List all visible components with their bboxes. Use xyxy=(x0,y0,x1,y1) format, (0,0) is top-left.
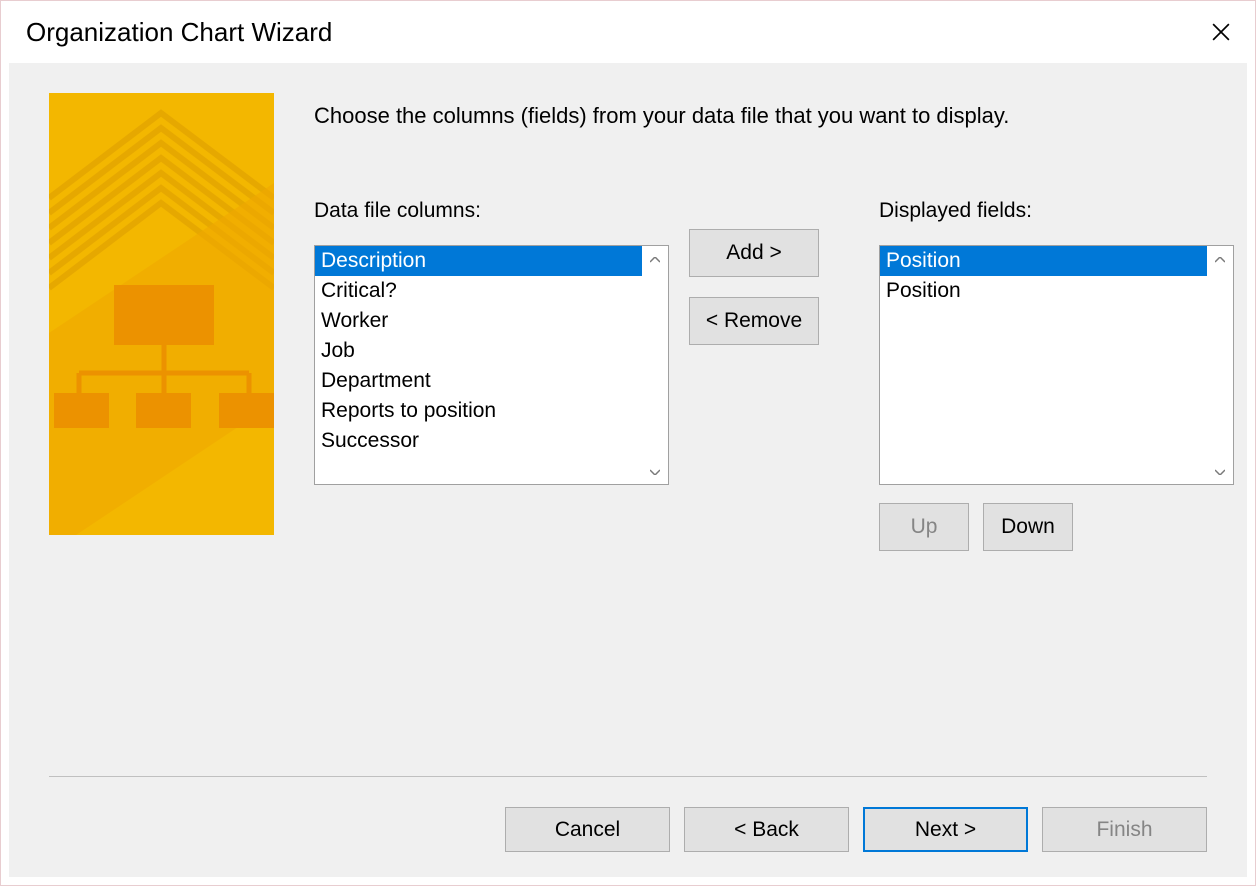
dialog-title: Organization Chart Wizard xyxy=(26,17,332,48)
displayed-listbox[interactable]: PositionPosition xyxy=(879,245,1234,485)
list-item[interactable]: Position xyxy=(880,276,1207,306)
add-button[interactable]: Add > xyxy=(689,229,819,277)
titlebar: Organization Chart Wizard xyxy=(1,1,1255,63)
columns-row: Data file columns: DescriptionCritical?W… xyxy=(314,199,1234,551)
back-button[interactable]: < Back xyxy=(684,807,849,852)
available-group: Data file columns: DescriptionCritical?W… xyxy=(314,199,669,485)
available-label: Data file columns: xyxy=(314,199,669,223)
list-item[interactable]: Department xyxy=(315,366,642,396)
list-item[interactable]: Successor xyxy=(315,426,642,456)
list-item[interactable]: Job xyxy=(315,336,642,366)
displayed-label: Displayed fields: xyxy=(879,199,1234,223)
scroll-up-icon xyxy=(1207,252,1233,266)
remove-button[interactable]: < Remove xyxy=(689,297,819,345)
up-button[interactable]: Up xyxy=(879,503,969,551)
down-button[interactable]: Down xyxy=(983,503,1073,551)
list-item[interactable]: Worker xyxy=(315,306,642,336)
scroll-down-icon xyxy=(642,464,668,478)
close-button[interactable] xyxy=(1207,18,1235,46)
scroll-down-icon xyxy=(1207,464,1233,478)
list-item[interactable]: Reports to position xyxy=(315,396,642,426)
available-scrollbar[interactable] xyxy=(642,246,668,484)
transfer-buttons: Add > < Remove xyxy=(689,199,819,345)
list-item[interactable]: Description xyxy=(315,246,642,276)
wizard-graphic xyxy=(49,93,274,535)
finish-button[interactable]: Finish xyxy=(1042,807,1207,852)
list-item[interactable]: Position xyxy=(880,246,1207,276)
org-chart-illustration-icon xyxy=(49,93,274,535)
divider xyxy=(49,776,1207,777)
reorder-buttons: Up Down xyxy=(879,503,1234,551)
form-area: Choose the columns (fields) from your da… xyxy=(314,93,1234,551)
wizard-dialog: Organization Chart Wizard xyxy=(0,0,1256,886)
close-icon xyxy=(1212,23,1230,41)
nav-buttons: Cancel < Back Next > Finish xyxy=(49,807,1207,852)
upper-section: Choose the columns (fields) from your da… xyxy=(49,93,1207,551)
displayed-items: PositionPosition xyxy=(880,246,1207,484)
scroll-up-icon xyxy=(642,252,668,266)
available-listbox[interactable]: DescriptionCritical?WorkerJobDepartmentR… xyxy=(314,245,669,485)
displayed-group: Displayed fields: PositionPosition xyxy=(879,199,1234,551)
next-button[interactable]: Next > xyxy=(863,807,1028,852)
available-items: DescriptionCritical?WorkerJobDepartmentR… xyxy=(315,246,642,484)
cancel-button[interactable]: Cancel xyxy=(505,807,670,852)
footer: Cancel < Back Next > Finish xyxy=(49,776,1207,852)
list-item[interactable]: Critical? xyxy=(315,276,642,306)
displayed-scrollbar[interactable] xyxy=(1207,246,1233,484)
content-area: Choose the columns (fields) from your da… xyxy=(9,63,1247,877)
instruction-text: Choose the columns (fields) from your da… xyxy=(314,103,1234,129)
